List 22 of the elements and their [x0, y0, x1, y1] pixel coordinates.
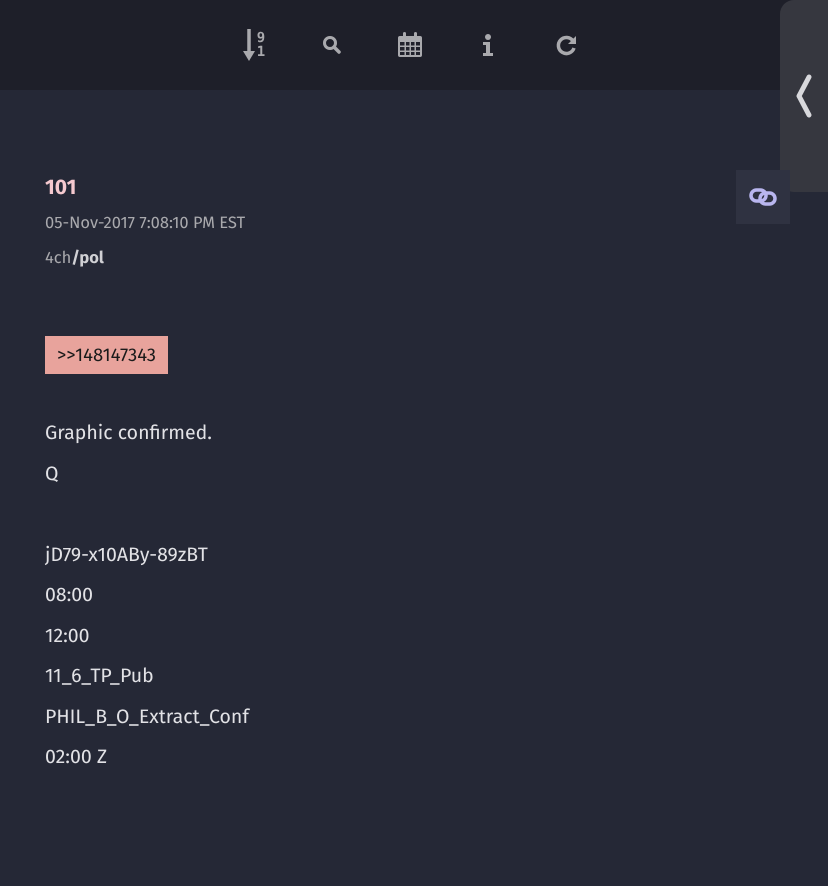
sort-button[interactable]: 9 1 [215, 25, 293, 65]
panel-toggle-button[interactable] [780, 0, 828, 192]
post-text-line: 08:00 [45, 583, 94, 609]
post-source: 4ch/pol [45, 249, 104, 268]
search-icon [322, 35, 342, 55]
post-timestamp: 05-Nov-2017 7:08:10 PM EST [45, 214, 246, 233]
post-text-line: Q [45, 462, 58, 488]
reference-link[interactable]: >>148147343 [45, 336, 168, 374]
post-text-line: 12:00 [45, 624, 90, 650]
calendar-icon [396, 31, 424, 59]
post-text-line: jD79-x10ABy-89zBT [45, 542, 208, 568]
post-text-line: 02:00 Z [45, 745, 108, 771]
permalink-button[interactable] [736, 170, 790, 224]
refresh-icon [554, 33, 578, 57]
chevron-left-icon [795, 74, 813, 118]
post-text-line: Graphic confirmed. [45, 421, 212, 447]
info-icon [482, 33, 494, 57]
post-text-line: 11_6_TP_Pub [45, 664, 154, 690]
post-text-line: PHIL_B_O_Extract_Conf [45, 704, 249, 730]
post-number: 101 [45, 174, 76, 200]
link-icon [749, 187, 777, 207]
down-arrow-icon [242, 28, 255, 62]
